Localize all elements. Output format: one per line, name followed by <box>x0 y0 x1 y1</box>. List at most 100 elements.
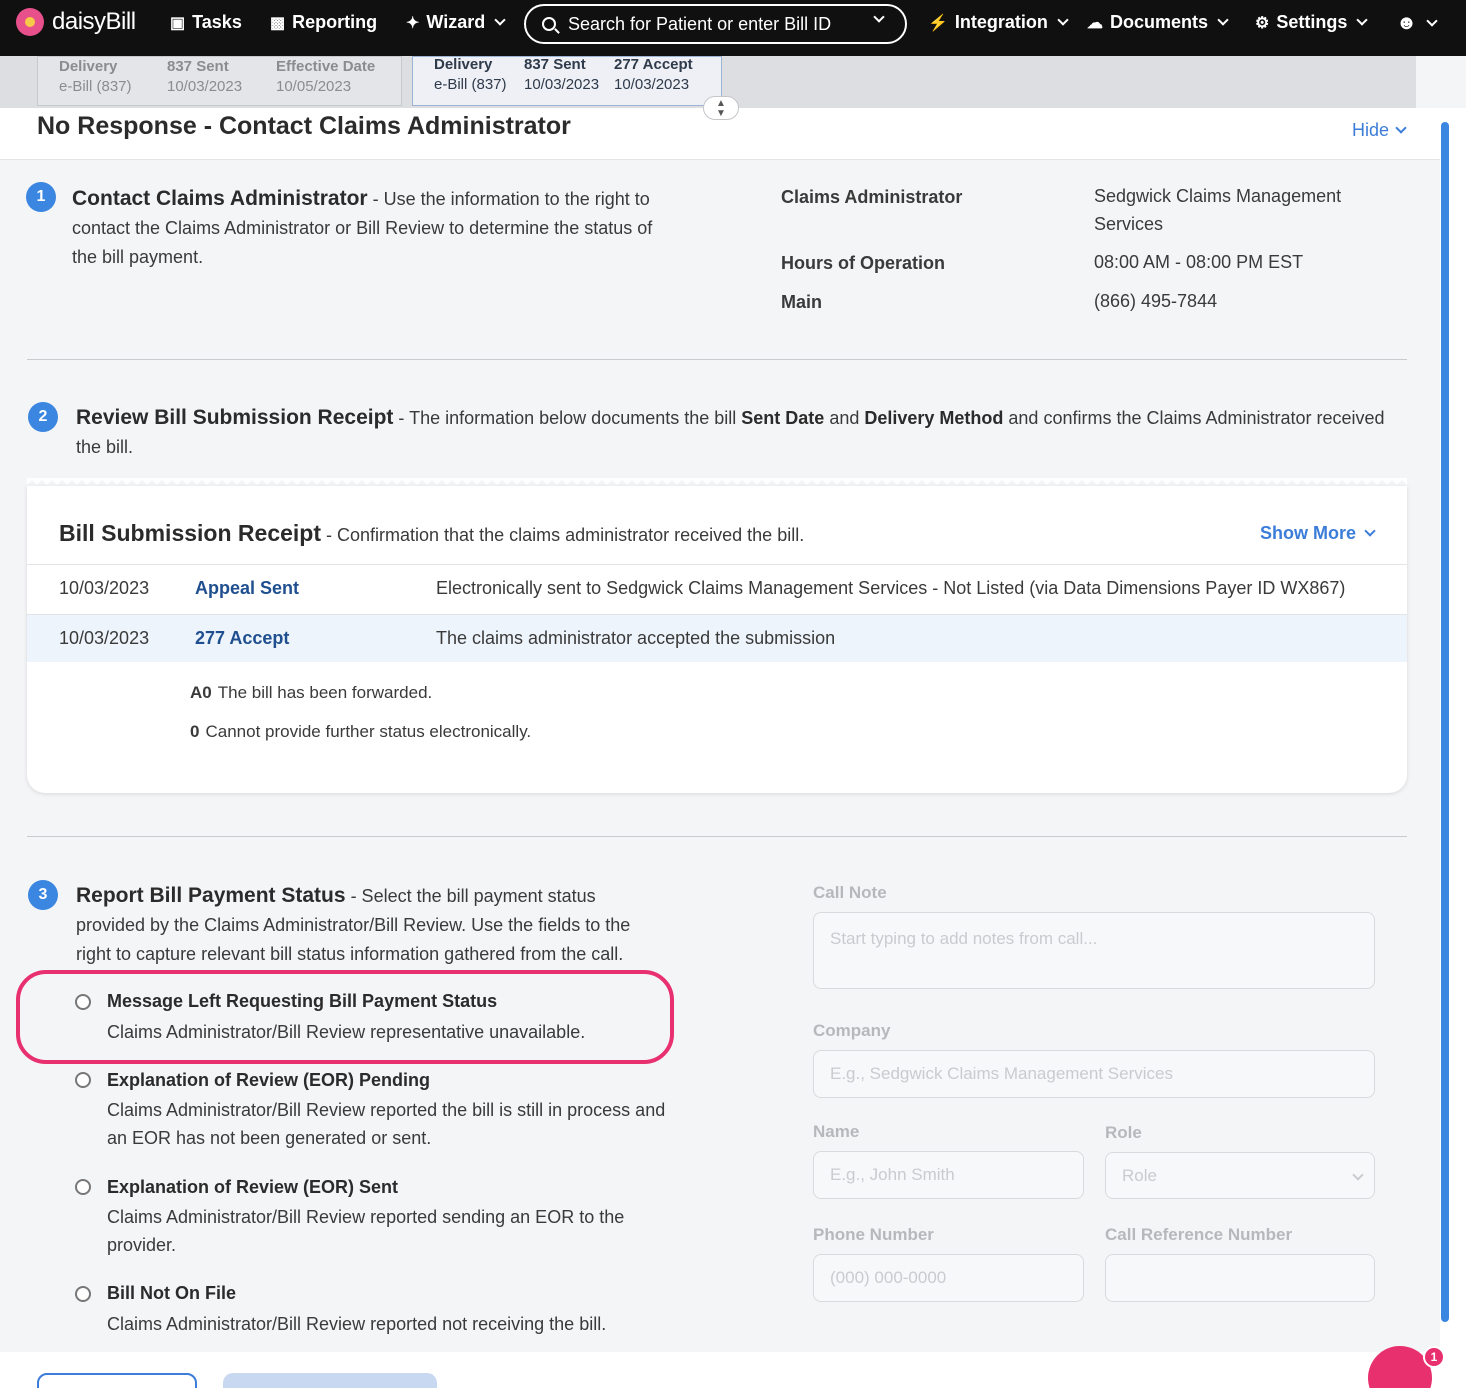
chevron-down-icon <box>1057 14 1069 26</box>
chevron-down-icon <box>494 14 506 26</box>
tracker-label: 837 Sent <box>524 56 586 73</box>
hours-value: 08:00 AM - 08:00 PM EST <box>1094 252 1304 272</box>
nav-wizard-label: Wizard <box>426 12 486 32</box>
chevron-down-icon <box>1364 525 1376 537</box>
option-title[interactable]: Message Left Requesting Bill Payment Sta… <box>107 991 497 1012</box>
show-more-button[interactable]: Show More <box>1260 523 1376 544</box>
phone-label: Phone Number <box>813 1225 934 1244</box>
nav-tasks-label: Tasks <box>192 12 242 32</box>
role-select[interactable]: Role <box>1105 1152 1375 1199</box>
tracker-value: 10/03/2023 <box>614 76 690 93</box>
receipt-event-link[interactable]: Appeal Sent <box>195 578 299 599</box>
clipboard-icon: ▣ <box>170 14 186 32</box>
tracker-card[interactable]: Delivery e-Bill (837) 837 Sent 10/03/2023 … <box>37 56 402 106</box>
hours-label: Hours of Operation <box>781 253 946 273</box>
company-label: Company <box>813 1021 891 1040</box>
receipt-subtitle: - Confirmation that the claims administr… <box>321 525 805 545</box>
tracker-value: 10/03/2023 <box>524 76 600 93</box>
receipt-title: Bill Submission Receipt - Confirmation t… <box>59 520 804 547</box>
step2-bold: Sent Date <box>741 408 825 428</box>
search-icon <box>542 17 556 31</box>
chevron-down-icon[interactable] <box>873 11 885 23</box>
expand-collapse-toggle[interactable]: ▲ ▼ <box>703 96 739 120</box>
step2-heading: Review Bill Submission Receipt <box>76 406 394 429</box>
tracker-label: 837 Sent <box>167 58 229 75</box>
call-reference-input[interactable] <box>1105 1254 1375 1302</box>
search-bar[interactable]: Search for Patient or enter Bill ID <box>524 4 907 44</box>
secondary-button[interactable] <box>37 1373 197 1388</box>
chevron-down-icon <box>1352 1169 1364 1181</box>
receipt-event-link[interactable]: 277 Accept <box>195 628 289 649</box>
top-nav: daisyBill ▣ Tasks ▩ Reporting ✦ Wizard S… <box>0 0 1466 56</box>
tracker-card-active[interactable]: Delivery e-Bill (837) 837 Sent 10/03/2023 … <box>412 56 722 106</box>
status-radio[interactable] <box>75 994 91 1010</box>
show-more-label: Show More <box>1260 523 1357 543</box>
magic-wand-icon: ✦ <box>406 14 420 32</box>
scrollbar-thumb[interactable] <box>1441 122 1449 1322</box>
option-title[interactable]: Bill Not On File <box>107 1283 236 1304</box>
status-radio[interactable] <box>75 1072 91 1088</box>
claims-admin-label: Claims Administrator <box>781 187 963 207</box>
status-code-text: Cannot provide further status electronic… <box>205 722 532 741</box>
option-description: Claims Administrator/Bill Review represe… <box>107 1022 586 1042</box>
tracker-label: Delivery <box>59 58 118 75</box>
daisy-logo-icon <box>16 8 44 36</box>
main-phone-label: Main <box>781 292 823 312</box>
status-code: 0 <box>190 722 200 741</box>
sort-arrows-icon: ▲ ▼ <box>716 98 726 119</box>
phone-input[interactable]: (000) 000-0000 <box>813 1254 1084 1302</box>
status-radio[interactable] <box>75 1179 91 1195</box>
nav-integration[interactable]: ⚡ Integration <box>928 12 1069 33</box>
receipt-heading: Bill Submission Receipt <box>59 520 321 546</box>
company-input[interactable]: E.g., Sedgwick Claims Management Service… <box>813 1050 1375 1098</box>
nav-tasks[interactable]: ▣ Tasks <box>170 12 242 33</box>
brand-name: daisyBill <box>52 8 136 35</box>
tracker-value: 10/03/2023 <box>167 78 243 95</box>
tracker-label: Effective Date <box>276 58 376 75</box>
option-title[interactable]: Explanation of Review (EOR) Sent <box>107 1177 398 1198</box>
tracker-value: e-Bill (837) <box>59 78 132 95</box>
step3-heading: Report Bill Payment Status <box>76 884 346 907</box>
status-radio[interactable] <box>75 1286 91 1302</box>
step1-description: Contact Claims Administrator - Use the i… <box>72 184 662 272</box>
action-footer <box>0 1352 1440 1388</box>
step1-heading: Contact Claims Administrator <box>72 187 368 210</box>
nav-wizard[interactable]: ✦ Wizard <box>406 12 506 33</box>
chevron-down-icon <box>1426 15 1438 27</box>
role-select-value: Role <box>1122 1165 1157 1185</box>
hide-label: Hide <box>1352 120 1390 140</box>
call-reference-label: Call Reference Number <box>1105 1225 1293 1244</box>
receipt-description: Electronically sent to Sedgwick Claims M… <box>436 578 1346 598</box>
hide-button[interactable]: Hide <box>1352 120 1407 141</box>
gear-icon: ⚙ <box>1255 14 1270 32</box>
status-code-line: 0 Cannot provide further status electroni… <box>190 722 531 742</box>
receipt-description: The claims administrator accepted the su… <box>436 628 836 648</box>
status-code-line: A0 The bill has been forwarded. <box>190 683 432 703</box>
step2-description: Review Bill Submission Receipt - The inf… <box>76 403 1396 462</box>
nav-documents[interactable]: ☁ Documents <box>1087 12 1229 33</box>
option-title[interactable]: Explanation of Review (EOR) Pending <box>107 1070 430 1091</box>
name-input[interactable]: E.g., John Smith <box>813 1151 1084 1199</box>
page-title: No Response - Contact Claims Administrat… <box>37 112 571 140</box>
tracker-value: e-Bill (837) <box>434 76 507 93</box>
nav-settings[interactable]: ⚙ Settings <box>1255 12 1369 33</box>
search-input[interactable]: Search for Patient or enter Bill ID <box>568 14 831 35</box>
lightning-icon: ⚡ <box>928 14 948 32</box>
primary-button[interactable] <box>223 1373 437 1388</box>
option-description: Claims Administrator/Bill Review reporte… <box>107 1207 625 1255</box>
chevron-down-icon <box>1356 14 1369 26</box>
section-divider <box>27 359 1407 360</box>
status-code: A0 <box>190 683 212 702</box>
highlight-annotation <box>16 970 674 1064</box>
brand[interactable]: daisyBill <box>16 8 136 36</box>
nav-settings-label: Settings <box>1276 12 1348 32</box>
option-description: Claims Administrator/Bill Review reporte… <box>107 1100 666 1148</box>
option-description: Claims Administrator/Bill Review reporte… <box>107 1314 607 1334</box>
call-note-textarea[interactable]: Start typing to add notes from call... <box>813 912 1375 989</box>
user-avatar-icon: ☻ <box>1396 12 1418 34</box>
main-phone-value[interactable]: (866) 495-7844 <box>1094 287 1217 315</box>
nav-reporting[interactable]: ▩ Reporting <box>270 12 377 33</box>
table-row: 10/03/2023 Appeal Sent Electronically se… <box>27 564 1407 612</box>
name-label: Name <box>813 1122 860 1141</box>
user-menu[interactable]: ☻ <box>1396 12 1438 35</box>
